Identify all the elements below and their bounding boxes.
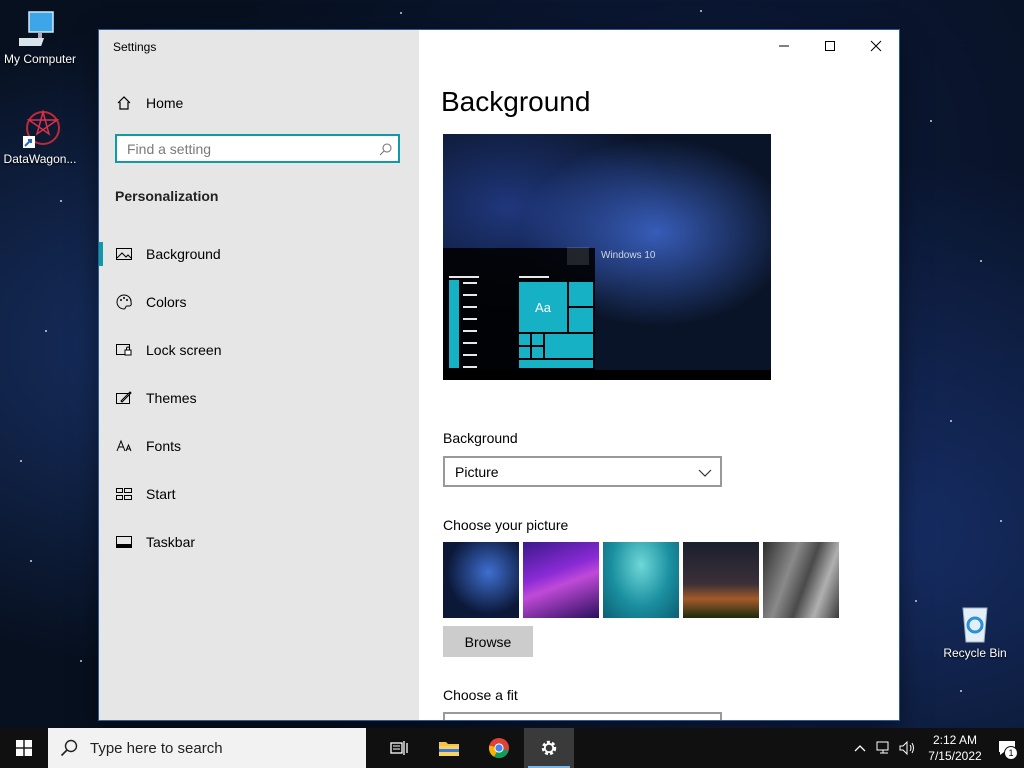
close-button[interactable] bbox=[853, 30, 899, 62]
maximize-button[interactable] bbox=[807, 30, 853, 62]
settings-content: Background Windows 10 Aa Background Pict… bbox=[419, 30, 899, 720]
palette-icon bbox=[115, 294, 132, 311]
lock-screen-icon bbox=[115, 342, 132, 359]
chevron-up-icon bbox=[854, 745, 866, 752]
settings-sidebar: Settings Home Personalization Background bbox=[99, 30, 419, 720]
close-icon bbox=[870, 40, 882, 52]
picture-icon bbox=[115, 246, 132, 263]
nav-home-label: Home bbox=[146, 94, 184, 111]
nav-item-label: Fonts bbox=[146, 438, 182, 454]
window-title: Settings bbox=[113, 40, 157, 54]
settings-search-input[interactable] bbox=[117, 140, 374, 157]
preview-windows-logo bbox=[567, 247, 589, 265]
themes-icon bbox=[115, 390, 132, 407]
windows-logo-icon bbox=[16, 740, 32, 756]
fonts-icon bbox=[115, 438, 132, 455]
settings-taskbar-button[interactable] bbox=[524, 728, 574, 768]
maximize-icon bbox=[825, 41, 835, 51]
nav-item-fonts[interactable]: Fonts bbox=[99, 422, 419, 470]
minimize-button[interactable] bbox=[761, 30, 807, 62]
nav-item-label: Background bbox=[146, 246, 221, 262]
fit-dropdown[interactable] bbox=[443, 712, 722, 720]
volume-button[interactable] bbox=[896, 728, 920, 768]
taskbar-search-box[interactable]: Type here to search bbox=[48, 728, 366, 768]
window-controls bbox=[761, 30, 899, 62]
clock-date: 7/15/2022 bbox=[928, 749, 982, 763]
browse-button[interactable]: Browse bbox=[443, 626, 533, 657]
personalization-nav: Background Colors Lock screen Themes Fon… bbox=[99, 230, 419, 566]
choose-picture-label: Choose your picture bbox=[443, 517, 569, 533]
gear-icon bbox=[541, 740, 557, 756]
taskbar-search-placeholder: Type here to search bbox=[90, 739, 223, 757]
chrome-icon bbox=[488, 738, 509, 759]
network-button[interactable] bbox=[872, 728, 896, 768]
page-title: Background bbox=[441, 86, 591, 117]
start-button[interactable] bbox=[0, 728, 48, 768]
show-hidden-icons-button[interactable] bbox=[848, 728, 872, 768]
settings-window: Settings Home Personalization Background bbox=[99, 30, 899, 720]
picture-thumbnail-rock-cliff[interactable] bbox=[763, 542, 839, 618]
preview-taskbar bbox=[443, 370, 771, 380]
nav-item-themes[interactable]: Themes bbox=[99, 374, 419, 422]
nav-home[interactable]: Home bbox=[115, 94, 183, 111]
nav-item-label: Themes bbox=[146, 390, 197, 406]
home-icon bbox=[115, 94, 132, 111]
settings-search-box[interactable] bbox=[115, 134, 400, 163]
section-title: Personalization bbox=[115, 188, 219, 204]
desktop-icon-label: My Computer bbox=[3, 52, 77, 66]
desktop-icon-label: Recycle Bin bbox=[943, 646, 1007, 660]
nav-item-taskbar[interactable]: Taskbar bbox=[99, 518, 419, 566]
nav-item-label: Lock screen bbox=[146, 342, 222, 358]
picture-thumbnail-night-sky[interactable] bbox=[683, 542, 759, 618]
notification-count-badge: 1 bbox=[1004, 746, 1018, 760]
chrome-button[interactable] bbox=[474, 728, 524, 768]
nav-item-start[interactable]: Start bbox=[99, 470, 419, 518]
recycle-bin-icon bbox=[954, 602, 996, 644]
background-label: Background bbox=[443, 430, 518, 446]
nav-item-label: Colors bbox=[146, 294, 187, 310]
chevron-down-icon bbox=[698, 464, 712, 480]
speaker-icon bbox=[899, 741, 914, 755]
choose-fit-label: Choose a fit bbox=[443, 687, 518, 703]
search-icon bbox=[374, 142, 398, 156]
nav-item-label: Start bbox=[146, 486, 176, 502]
preview-tile-text: Aa bbox=[519, 282, 567, 332]
nav-item-background[interactable]: Background bbox=[99, 230, 419, 278]
task-view-button[interactable] bbox=[374, 728, 424, 768]
clock-time: 2:12 AM bbox=[932, 733, 978, 747]
computer-icon bbox=[11, 8, 61, 50]
network-icon bbox=[876, 741, 889, 754]
datawagon-app-icon bbox=[19, 108, 61, 150]
dropdown-selected-value: Picture bbox=[455, 463, 499, 480]
file-explorer-button[interactable] bbox=[424, 728, 474, 768]
desktop-icon-label: DataWagon... bbox=[3, 152, 77, 166]
nav-item-label: Taskbar bbox=[146, 534, 196, 550]
desktop-icon-my-computer[interactable]: My Computer bbox=[0, 8, 80, 66]
desktop-icon-datawagon[interactable]: DataWagon... bbox=[0, 108, 80, 166]
system-tray: 2:12 AM 7/15/2022 1 bbox=[848, 728, 1024, 768]
nav-item-lock-screen[interactable]: Lock screen bbox=[99, 326, 419, 374]
taskbar: Type here to search 2:12 AM 7/15/2022 1 bbox=[0, 728, 1024, 768]
nav-item-colors[interactable]: Colors bbox=[99, 278, 419, 326]
minimize-icon bbox=[779, 45, 789, 47]
preview-windows-text: Windows 10 bbox=[601, 250, 656, 261]
picture-thumbnail-purple[interactable] bbox=[523, 542, 599, 618]
task-view-icon bbox=[390, 741, 408, 755]
start-icon bbox=[115, 486, 132, 503]
action-center-button[interactable]: 1 bbox=[990, 728, 1024, 768]
picture-thumbnail-windows[interactable] bbox=[443, 542, 519, 618]
clock[interactable]: 2:12 AM 7/15/2022 bbox=[920, 732, 990, 764]
background-type-dropdown[interactable]: Picture bbox=[443, 456, 722, 487]
desktop-icon-recycle-bin[interactable]: Recycle Bin bbox=[935, 602, 1015, 660]
taskbar-icon bbox=[115, 534, 132, 551]
picture-thumbnails bbox=[443, 542, 839, 618]
folder-icon bbox=[439, 742, 459, 756]
search-icon bbox=[60, 739, 78, 757]
background-preview: Windows 10 Aa bbox=[443, 134, 771, 380]
picture-thumbnail-underwater[interactable] bbox=[603, 542, 679, 618]
